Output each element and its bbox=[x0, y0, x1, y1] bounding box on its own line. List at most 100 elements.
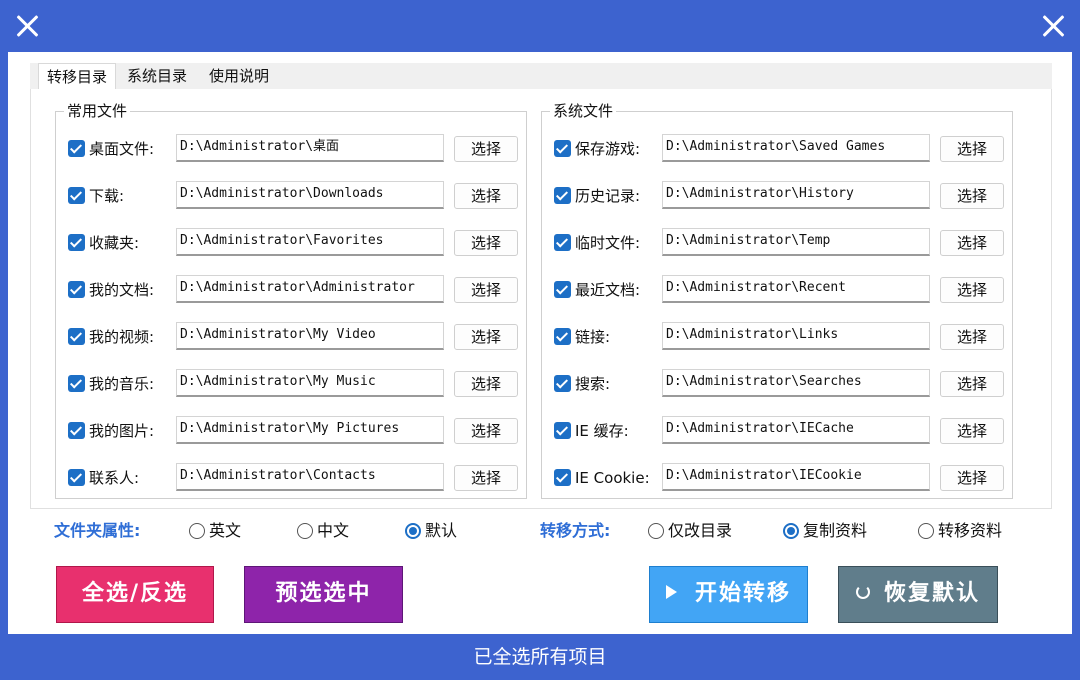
system-files-group: 系统文件 保存游戏: D:\Administrator\Saved Games 选择… bbox=[541, 101, 1013, 499]
select-button[interactable]: 选择 bbox=[940, 136, 1004, 162]
system-file-row: 保存游戏: D:\Administrator\Saved Games 选择 bbox=[542, 134, 1012, 164]
path-field[interactable]: D:\Administrator\My Pictures bbox=[176, 416, 444, 444]
path-field[interactable]: D:\Administrator\My Music bbox=[176, 369, 444, 397]
radio-move-data-label[interactable]: 转移资料 bbox=[938, 520, 1002, 542]
checkbox[interactable] bbox=[554, 375, 571, 392]
folder-attr-label: 文件夹属性: bbox=[54, 521, 141, 540]
path-field[interactable]: D:\Administrator\Administrator bbox=[176, 275, 444, 303]
radio-default[interactable] bbox=[405, 523, 421, 539]
common-file-row: 我的音乐: D:\Administrator\My Music 选择 bbox=[56, 369, 526, 399]
transfer-mode-label: 转移方式: bbox=[540, 521, 611, 540]
select-button[interactable]: 选择 bbox=[940, 418, 1004, 444]
row-label: 我的文档: bbox=[89, 281, 155, 299]
row-label: 桌面文件: bbox=[89, 140, 155, 158]
restore-default-button[interactable]: 恢复默认 bbox=[838, 566, 998, 623]
path-field[interactable]: D:\Administrator\Recent bbox=[662, 275, 930, 303]
system-file-row: 临时文件: D:\Administrator\Temp 选择 bbox=[542, 228, 1012, 258]
select-button[interactable]: 选择 bbox=[940, 183, 1004, 209]
status-bar: 已全选所有项目 bbox=[0, 634, 1080, 675]
radio-chinese-label[interactable]: 中文 bbox=[317, 520, 349, 542]
close-icon[interactable] bbox=[1037, 10, 1071, 44]
select-button[interactable]: 选择 bbox=[940, 465, 1004, 491]
checkbox[interactable] bbox=[68, 234, 85, 251]
radio-english[interactable] bbox=[189, 523, 205, 539]
options-row: 文件夹属性: 英文 中文 默认 转移方式: 仅改目录 复制资料 转移资料 bbox=[8, 516, 1072, 546]
select-button[interactable]: 选择 bbox=[454, 277, 518, 303]
path-field[interactable]: D:\Administrator\Contacts bbox=[176, 463, 444, 491]
select-button[interactable]: 选择 bbox=[454, 324, 518, 350]
select-button[interactable]: 选择 bbox=[454, 136, 518, 162]
select-button[interactable]: 选择 bbox=[454, 183, 518, 209]
close-icon[interactable] bbox=[11, 10, 45, 44]
title-bar bbox=[0, 0, 1080, 52]
row-label: 收藏夹: bbox=[89, 234, 140, 252]
checkbox[interactable] bbox=[68, 375, 85, 392]
path-field[interactable]: D:\Administrator\Saved Games bbox=[662, 134, 930, 162]
tab-transfer-dir[interactable]: 转移目录 bbox=[38, 63, 116, 90]
select-button[interactable]: 选择 bbox=[940, 230, 1004, 256]
play-icon bbox=[665, 585, 677, 599]
start-transfer-label: 开始转移 bbox=[694, 580, 791, 606]
preselect-button[interactable]: 预选选中 bbox=[244, 566, 403, 623]
checkbox[interactable] bbox=[554, 140, 571, 157]
checkbox[interactable] bbox=[554, 469, 571, 486]
radio-change-dir-label[interactable]: 仅改目录 bbox=[668, 520, 732, 542]
path-field[interactable]: D:\Administrator\My Video bbox=[176, 322, 444, 350]
checkbox[interactable] bbox=[68, 187, 85, 204]
row-label: 链接: bbox=[575, 328, 611, 346]
select-button[interactable]: 选择 bbox=[940, 277, 1004, 303]
checkbox[interactable] bbox=[554, 281, 571, 298]
system-file-row: 最近文档: D:\Administrator\Recent 选择 bbox=[542, 275, 1012, 305]
path-field[interactable]: D:\Administrator\Temp bbox=[662, 228, 930, 256]
radio-copy-data[interactable] bbox=[783, 523, 799, 539]
system-file-row: 搜索: D:\Administrator\Searches 选择 bbox=[542, 369, 1012, 399]
select-button[interactable]: 选择 bbox=[454, 465, 518, 491]
system-file-row: 链接: D:\Administrator\Links 选择 bbox=[542, 322, 1012, 352]
refresh-icon bbox=[855, 585, 870, 599]
checkbox[interactable] bbox=[554, 328, 571, 345]
radio-chinese[interactable] bbox=[297, 523, 313, 539]
row-label: 最近文档: bbox=[575, 281, 641, 299]
tab-panel: 常用文件 桌面文件: D:\Administrator\桌面 选择 下载: D:\Adm… bbox=[30, 89, 1052, 509]
row-label: 我的图片: bbox=[89, 422, 155, 440]
tab-instructions[interactable]: 使用说明 bbox=[200, 63, 278, 89]
radio-english-label[interactable]: 英文 bbox=[209, 520, 241, 542]
checkbox[interactable] bbox=[68, 140, 85, 157]
select-button[interactable]: 选择 bbox=[940, 371, 1004, 397]
select-button[interactable]: 选择 bbox=[940, 324, 1004, 350]
row-label: 临时文件: bbox=[575, 234, 641, 252]
path-field[interactable]: D:\Administrator\Links bbox=[662, 322, 930, 350]
checkbox[interactable] bbox=[554, 422, 571, 439]
start-transfer-button[interactable]: 开始转移 bbox=[649, 566, 808, 623]
checkbox[interactable] bbox=[554, 234, 571, 251]
radio-move-data[interactable] bbox=[918, 523, 934, 539]
restore-default-label: 恢复默认 bbox=[883, 580, 980, 606]
group-title: 系统文件 bbox=[550, 101, 617, 121]
radio-change-dir[interactable] bbox=[648, 523, 664, 539]
path-field[interactable]: D:\Administrator\IECache bbox=[662, 416, 930, 444]
path-field[interactable]: D:\Administrator\桌面 bbox=[176, 134, 444, 162]
row-label: 历史记录: bbox=[575, 187, 641, 205]
checkbox[interactable] bbox=[68, 328, 85, 345]
group-title: 常用文件 bbox=[64, 101, 131, 121]
radio-copy-data-label[interactable]: 复制资料 bbox=[803, 520, 867, 542]
checkbox[interactable] bbox=[68, 422, 85, 439]
checkbox[interactable] bbox=[68, 469, 85, 486]
path-field[interactable]: D:\Administrator\History bbox=[662, 181, 930, 209]
row-label: 搜索: bbox=[575, 375, 611, 393]
radio-default-label[interactable]: 默认 bbox=[425, 520, 457, 542]
path-field[interactable]: D:\Administrator\Searches bbox=[662, 369, 930, 397]
main-panel: 转移目录 系统目录 使用说明 常用文件 桌面文件: D:\Administrato… bbox=[8, 52, 1072, 634]
select-button[interactable]: 选择 bbox=[454, 230, 518, 256]
select-all-button[interactable]: 全选/反选 bbox=[56, 566, 214, 623]
common-file-row: 我的文档: D:\Administrator\Administrator 选择 bbox=[56, 275, 526, 305]
select-button[interactable]: 选择 bbox=[454, 371, 518, 397]
path-field[interactable]: D:\Administrator\Favorites bbox=[176, 228, 444, 256]
tab-system-dir[interactable]: 系统目录 bbox=[118, 63, 196, 89]
row-label: 下载: bbox=[89, 187, 125, 205]
select-button[interactable]: 选择 bbox=[454, 418, 518, 444]
checkbox[interactable] bbox=[68, 281, 85, 298]
checkbox[interactable] bbox=[554, 187, 571, 204]
path-field[interactable]: D:\Administrator\IECookie bbox=[662, 463, 930, 491]
path-field[interactable]: D:\Administrator\Downloads bbox=[176, 181, 444, 209]
